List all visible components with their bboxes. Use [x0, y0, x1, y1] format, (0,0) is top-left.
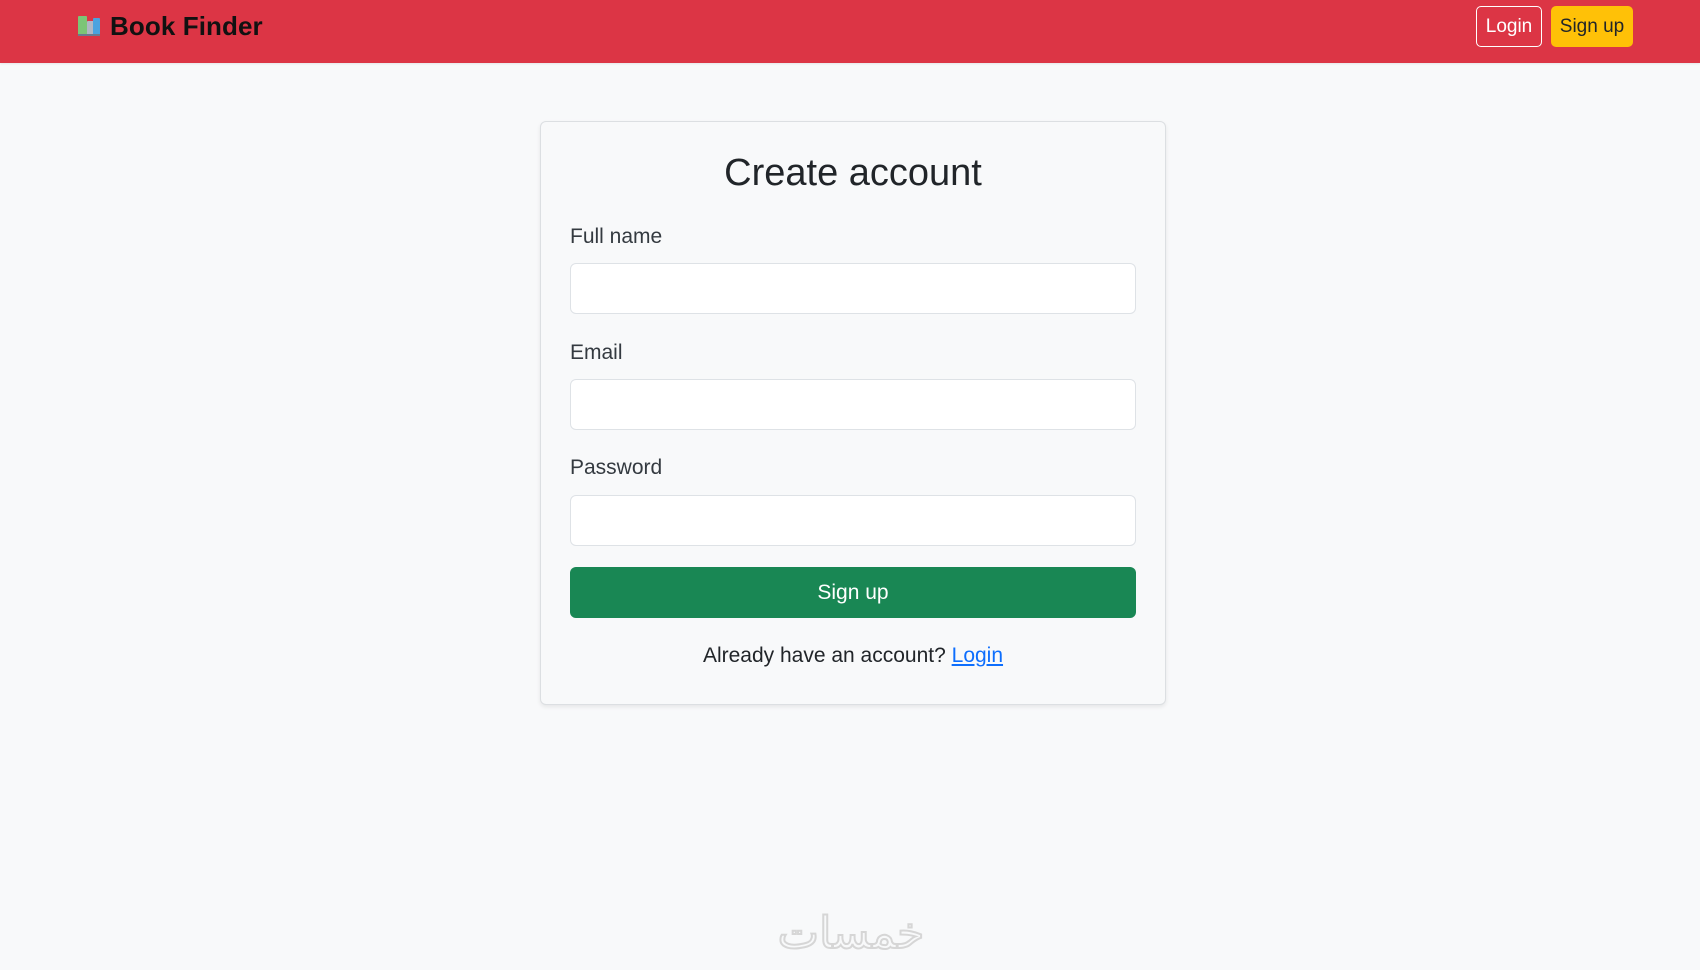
- login-prompt-text: Already have an account?: [702, 644, 946, 667]
- brand-link[interactable]: Book Finder: [76, 8, 263, 44]
- password-label: Password: [570, 456, 663, 479]
- watermark-text: خمسات: [778, 908, 925, 958]
- navbar: Book Finder Login Sign up: [0, 0, 1700, 63]
- books-icon: [78, 16, 100, 36]
- email-input[interactable]: [570, 379, 1136, 430]
- password-input[interactable]: [570, 495, 1136, 546]
- nav-login-button[interactable]: Login: [1476, 6, 1542, 47]
- full-name-input[interactable]: [570, 263, 1136, 314]
- full-name-label: Full name: [570, 225, 663, 248]
- nav-signup-button[interactable]: Sign up: [1551, 6, 1633, 47]
- login-link[interactable]: Login: [952, 644, 1003, 667]
- brand-title: Book Finder: [110, 10, 263, 41]
- login-prompt: Already have an account? Login: [541, 644, 1165, 668]
- page-title: Create account: [724, 152, 982, 194]
- signup-card: Create account Full name Email Password …: [540, 121, 1166, 705]
- email-label: Email: [570, 341, 623, 364]
- watermark-logo: خمسات: [777, 907, 926, 958]
- signup-submit-button[interactable]: Sign up: [570, 567, 1136, 618]
